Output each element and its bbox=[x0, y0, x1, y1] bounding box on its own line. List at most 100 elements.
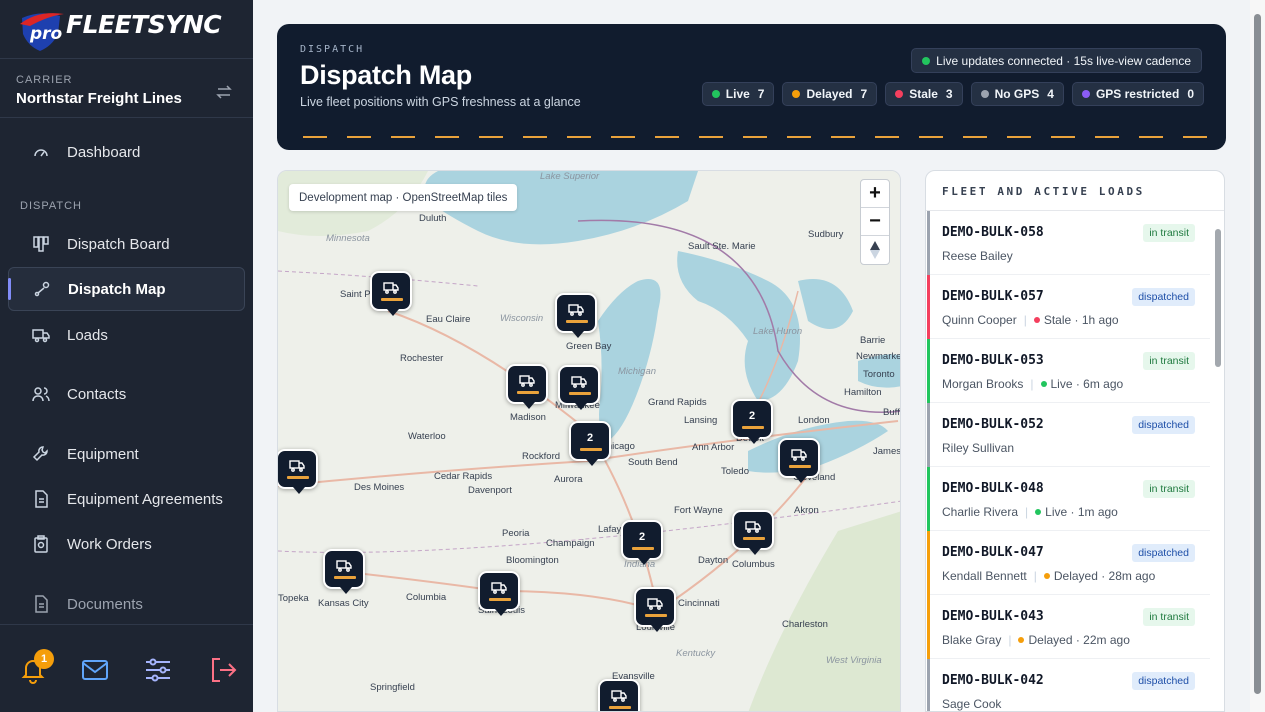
sidebar-item-documents[interactable]: Documents bbox=[8, 582, 245, 626]
dispatch-map[interactable]: Development map · OpenStreetMap tiles + … bbox=[277, 170, 901, 712]
swap-icon[interactable] bbox=[215, 83, 233, 101]
status-accent bbox=[927, 531, 930, 595]
live-connection-status: Live updates connected · 15s live-view c… bbox=[911, 48, 1202, 73]
marker-status-bar bbox=[743, 537, 765, 540]
brand-name: FLEETSYNC bbox=[66, 10, 222, 39]
driver-name: Blake Gray bbox=[942, 633, 1002, 647]
sidebar-item-dispatch-map[interactable]: Dispatch Map bbox=[8, 267, 245, 311]
map-label: Minnesota bbox=[326, 233, 370, 244]
sidebar-item-loads[interactable]: Loads bbox=[8, 313, 245, 357]
load-id: DEMO-BULK-058 bbox=[942, 225, 1044, 240]
map-label: Jamestown bbox=[873, 446, 901, 457]
truck-marker[interactable] bbox=[778, 438, 820, 483]
gps-status-dot-icon bbox=[1033, 317, 1040, 323]
sidebar-item-contacts[interactable]: Contacts bbox=[8, 372, 245, 416]
stat-live[interactable]: Live 7 bbox=[701, 82, 775, 106]
cluster-marker[interactable]: 2 bbox=[731, 399, 773, 444]
page-scrollbar[interactable] bbox=[1250, 0, 1265, 712]
gps-status-dot-icon bbox=[1043, 573, 1050, 579]
stat-stale[interactable]: Stale 3 bbox=[885, 82, 963, 106]
sidebar-item-label: Documents bbox=[67, 595, 143, 613]
map-label: Lansing bbox=[684, 415, 718, 426]
load-row[interactable]: DEMO-BULK-042 dispatched Sage Cook bbox=[927, 659, 1210, 711]
scrollbar-thumb[interactable] bbox=[1215, 229, 1221, 367]
sidebar-item-equipment[interactable]: Equipment bbox=[8, 432, 245, 476]
marker-status-bar bbox=[645, 614, 667, 617]
load-row[interactable]: DEMO-BULK-058 in transit Reese Bailey bbox=[927, 211, 1210, 275]
stat-delayed[interactable]: Delayed 7 bbox=[782, 82, 878, 106]
zoom-out-button[interactable]: − bbox=[861, 208, 889, 236]
cluster-count: 2 bbox=[586, 432, 594, 444]
separator: | bbox=[1025, 505, 1029, 519]
truck-marker[interactable] bbox=[732, 510, 774, 555]
status-badge: dispatched bbox=[1132, 288, 1195, 306]
status-accent bbox=[927, 467, 930, 531]
stat-label: GPS restricted bbox=[1095, 87, 1180, 101]
cluster-marker[interactable]: 2 bbox=[569, 421, 611, 466]
nav-section-dispatch: DISPATCH bbox=[20, 200, 82, 212]
load-row[interactable]: DEMO-BULK-043 in transit Blake Gray | Delaye… bbox=[927, 595, 1210, 659]
brand-logo[interactable]: pro FLEETSYNC bbox=[0, 0, 253, 58]
file-icon bbox=[35, 595, 48, 613]
map-label: Dayton bbox=[698, 555, 729, 566]
marker-status-bar bbox=[632, 547, 654, 550]
status-dot-icon bbox=[1081, 90, 1090, 98]
sliders-icon[interactable] bbox=[143, 655, 173, 685]
truck-icon bbox=[611, 690, 627, 702]
map-label: Charleston bbox=[782, 619, 828, 630]
truck-marker[interactable] bbox=[478, 571, 520, 616]
load-row[interactable]: DEMO-BULK-048 in transit Charlie Rivera | Li… bbox=[927, 467, 1210, 531]
stat-count: 3 bbox=[945, 87, 953, 101]
truck-marker[interactable] bbox=[278, 449, 318, 494]
load-row[interactable]: DEMO-BULK-047 dispatched Kendall Bennett | D… bbox=[927, 531, 1210, 595]
panel-scrollbar[interactable] bbox=[1214, 215, 1222, 711]
logout-icon[interactable] bbox=[208, 655, 238, 685]
map-label: Cedar Rapids bbox=[434, 471, 493, 482]
truck-marker[interactable] bbox=[323, 549, 365, 594]
zoom-in-button[interactable]: + bbox=[861, 180, 889, 208]
sidebar-item-dispatch-board[interactable]: Dispatch Board bbox=[8, 222, 245, 266]
truck-marker[interactable] bbox=[555, 293, 597, 338]
sidebar-item-dashboard[interactable]: Dashboard bbox=[8, 130, 245, 174]
scrollbar-thumb[interactable] bbox=[1254, 14, 1261, 694]
map-label: Toledo bbox=[721, 466, 749, 477]
truck-icon bbox=[568, 304, 584, 316]
truck-marker[interactable] bbox=[558, 365, 600, 410]
marker-status-bar bbox=[569, 392, 591, 395]
map-label: Springfield bbox=[370, 682, 415, 693]
truck-marker[interactable] bbox=[598, 679, 640, 711]
load-id: DEMO-BULK-053 bbox=[942, 353, 1044, 368]
gps-stats: Live 7 Delayed 7 Stale 3 No GPS 4 GPS restri… bbox=[701, 82, 1204, 106]
load-id: DEMO-BULK-052 bbox=[942, 417, 1044, 432]
sidebar-item-label: Equipment bbox=[67, 445, 139, 463]
status-dot-icon bbox=[711, 90, 720, 98]
gauge-icon bbox=[34, 149, 48, 157]
map-label: Lake Huron bbox=[753, 326, 803, 337]
status-dot-icon bbox=[980, 90, 989, 98]
carrier-switcher[interactable]: CARRIER Northstar Freight Lines bbox=[0, 58, 253, 118]
load-row[interactable]: DEMO-BULK-053 in transit Morgan Brooks | Liv… bbox=[927, 339, 1210, 403]
stat-gps-restricted[interactable]: GPS restricted 0 bbox=[1071, 82, 1204, 106]
status-accent bbox=[927, 211, 930, 275]
gps-freshness: Stale · 1h ago bbox=[1043, 313, 1119, 327]
truck-marker[interactable] bbox=[370, 271, 412, 316]
marker-status-bar bbox=[489, 598, 511, 601]
truck-icon bbox=[647, 598, 663, 610]
sidebar-item-work-orders[interactable]: Work Orders bbox=[8, 522, 245, 566]
stat-count: 4 bbox=[1047, 87, 1054, 101]
load-row[interactable]: DEMO-BULK-057 dispatched Quinn Cooper | Stal… bbox=[927, 275, 1210, 339]
map-label: Bloomington bbox=[506, 555, 559, 566]
stat-no-gps[interactable]: No GPS 4 bbox=[970, 82, 1064, 106]
driver-name: Sage Cook bbox=[942, 697, 1002, 711]
truck-marker[interactable] bbox=[634, 587, 676, 632]
status-badge: in transit bbox=[1143, 608, 1195, 626]
load-row[interactable]: DEMO-BULK-052 dispatched Riley Sullivan bbox=[927, 403, 1210, 467]
cluster-marker[interactable]: 2 bbox=[621, 520, 663, 565]
compass-reset-button[interactable] bbox=[861, 236, 889, 264]
sidebar-item-label: Dispatch Board bbox=[67, 235, 170, 253]
truck-marker[interactable] bbox=[506, 364, 548, 409]
route-pin-icon bbox=[34, 281, 50, 297]
sidebar-item-equipment-agreements[interactable]: Equipment Agreements bbox=[8, 477, 245, 521]
map-attribution[interactable]: Development map · OpenStreetMap tiles bbox=[289, 184, 518, 211]
mail-icon[interactable] bbox=[80, 655, 110, 685]
